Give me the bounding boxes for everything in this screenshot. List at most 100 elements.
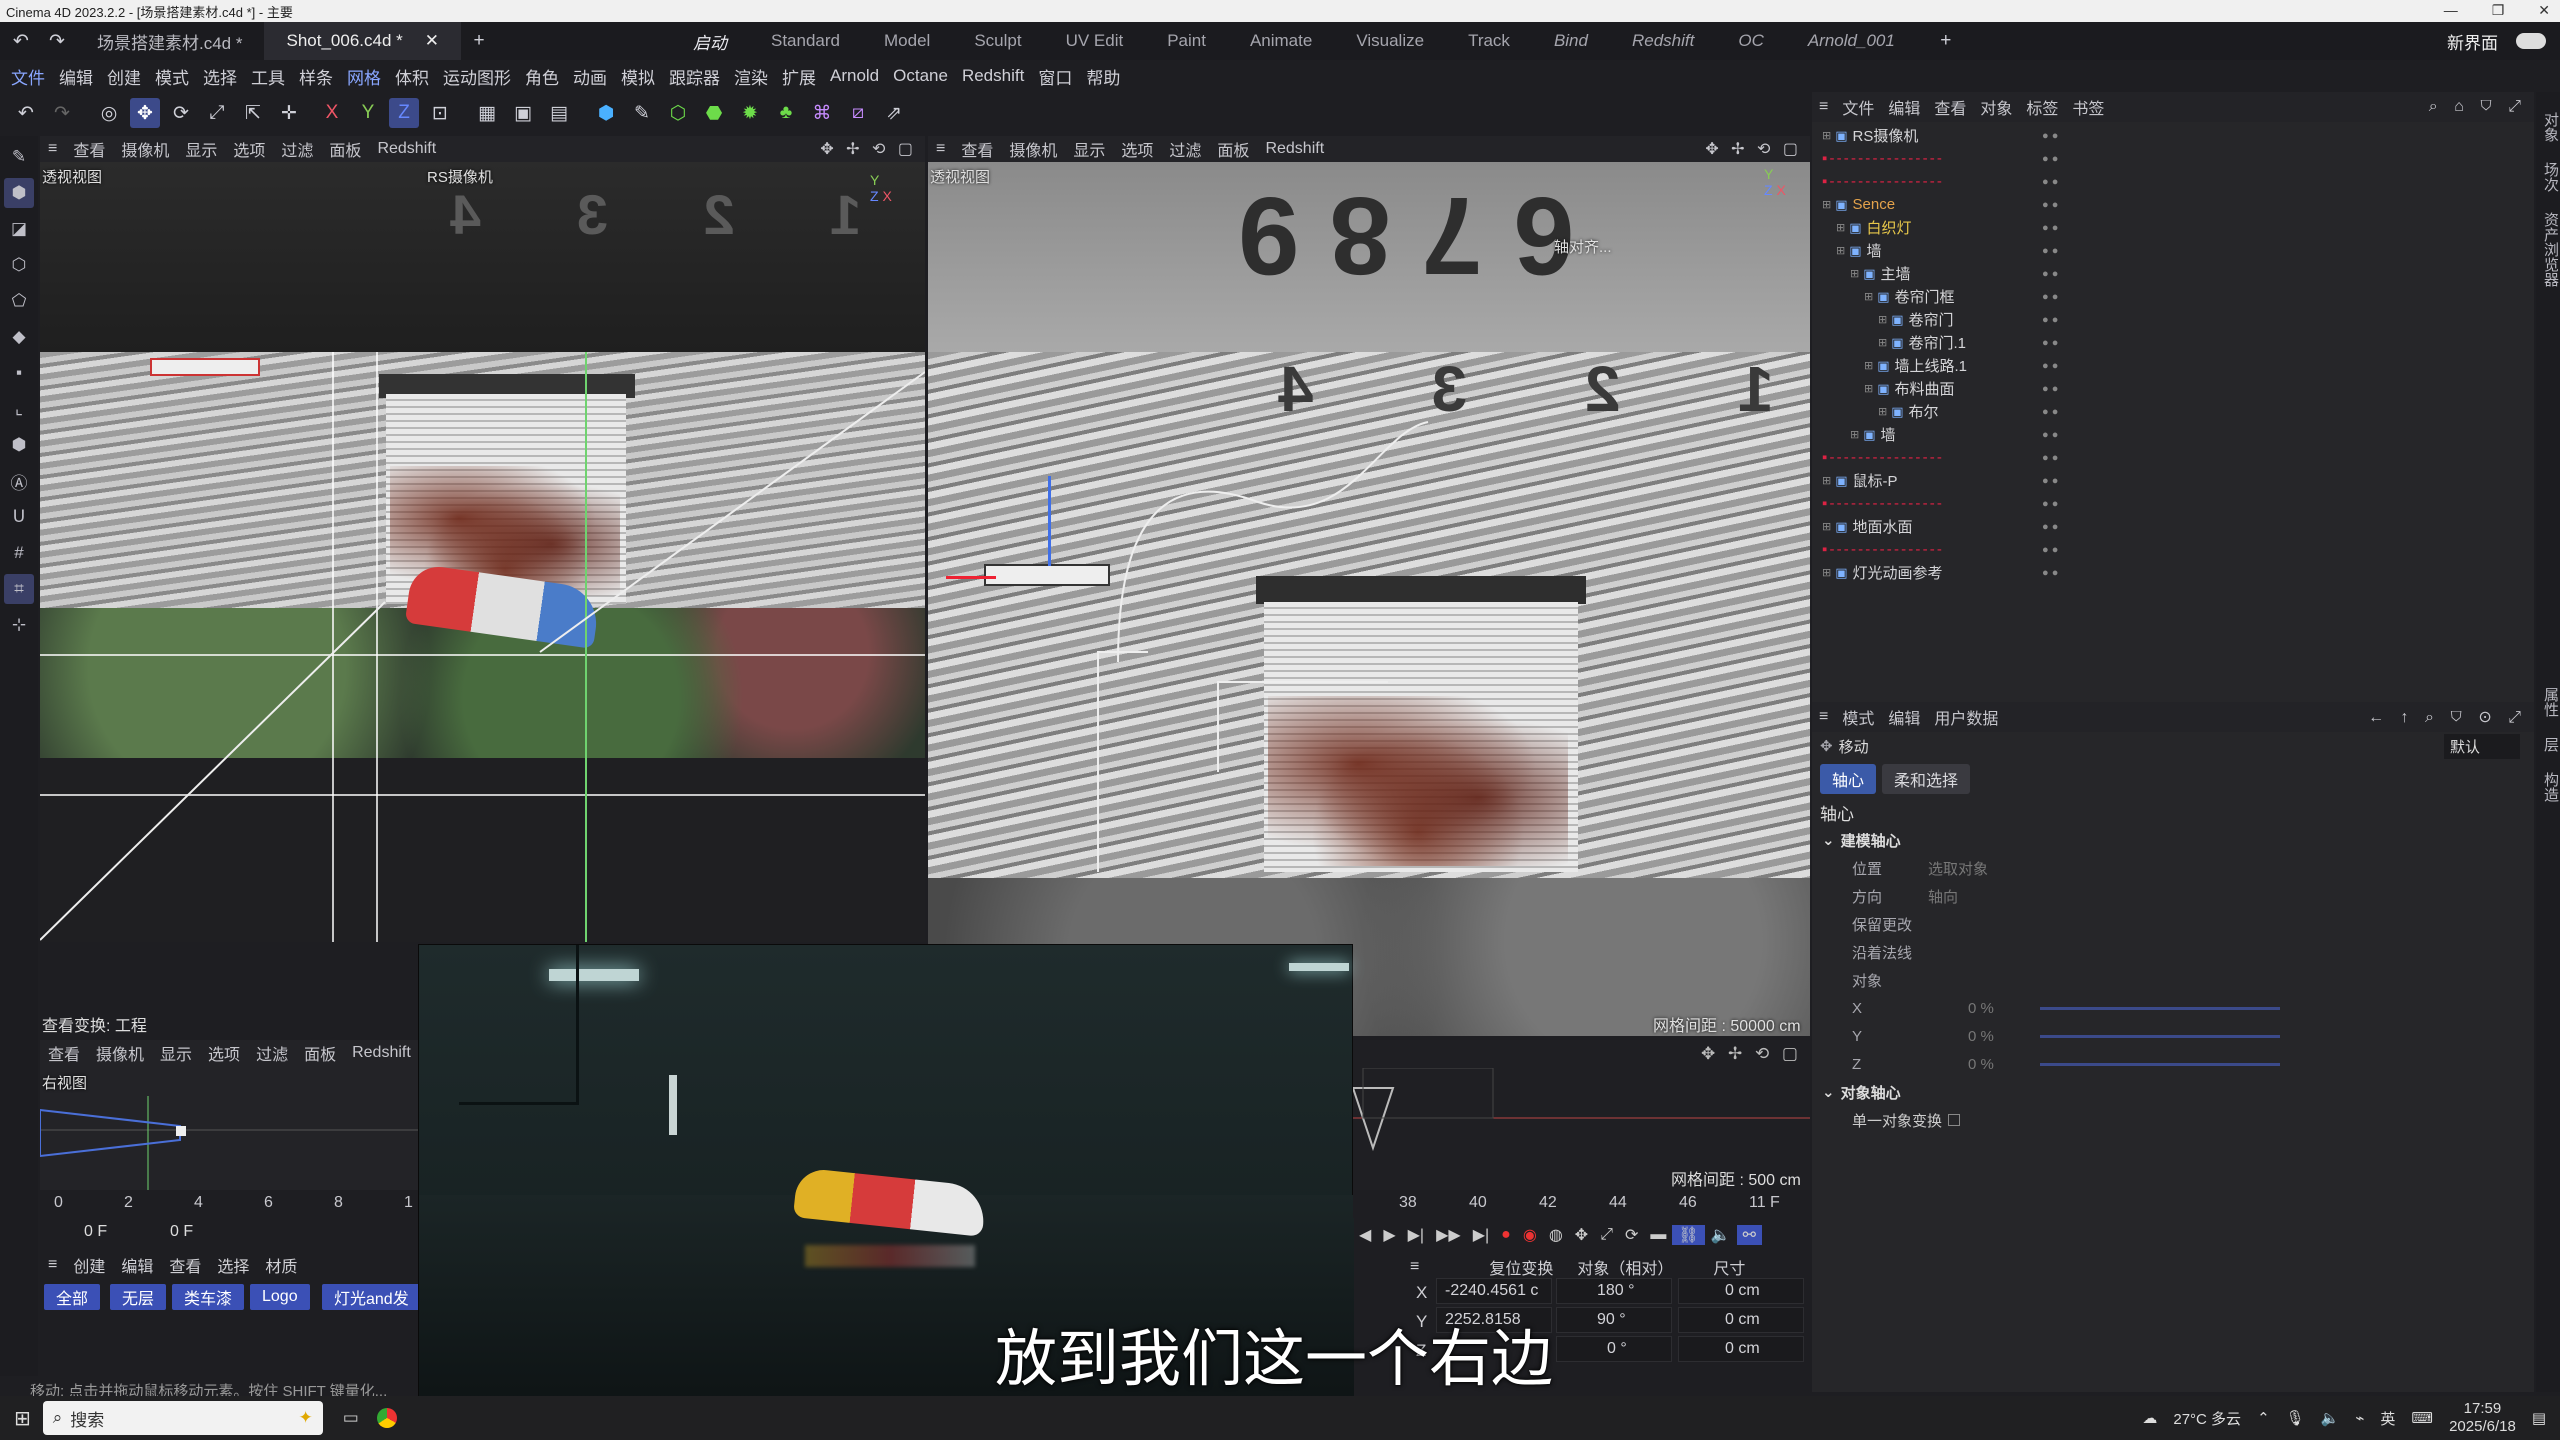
visibility-dots-icon[interactable]: ● ● (2042, 429, 2058, 441)
side-tab-structure[interactable]: 构造 (2540, 772, 2560, 802)
visibility-dots-icon[interactable]: ● ● (2042, 245, 2058, 257)
preset-dropdown[interactable]: 默认 (2443, 733, 2520, 759)
record-icon[interactable]: ● (1495, 1226, 1517, 1244)
timeline-ruler-right[interactable]: 38 40 42 44 46 11 F (1353, 1192, 1810, 1218)
chrome-icon[interactable] (376, 1408, 397, 1428)
param-key-icon[interactable]: ▬ (1644, 1226, 1672, 1244)
vp-menu-display[interactable]: 显示 (177, 137, 225, 161)
object-axis-icon[interactable]: ▪ (4, 358, 34, 388)
attr-field-row[interactable]: 位置 选取对象 (1812, 854, 2534, 882)
cube-icon[interactable]: ⬢ (591, 98, 621, 128)
next-key-icon[interactable]: ▶▶ (1430, 1225, 1467, 1245)
menu-create[interactable]: 创建 (100, 64, 148, 89)
quantize-icon[interactable]: ⊹ (4, 610, 34, 640)
coord-mode-dropdown[interactable]: 对象（相对） (1577, 1255, 1673, 1279)
z-axis-lock-icon[interactable]: Z (389, 98, 419, 128)
layout-tab-visualize[interactable]: Visualize (1334, 22, 1446, 60)
close-tab-icon[interactable]: ✕ (425, 31, 439, 51)
layout-tab-track[interactable]: Track (1446, 22, 1532, 60)
expand-icon[interactable]: ⊞ (1850, 428, 1859, 441)
expand-icon[interactable]: ⊞ (1878, 336, 1887, 349)
viewport-top-right[interactable]: ≡ 查看 摄像机 显示 选项 过滤 面板 Redshift ✥ ✢ ⟲ ▢ 6 … (928, 136, 1810, 1036)
layout-tab-paint[interactable]: Paint (1145, 22, 1228, 60)
visibility-dots-icon[interactable]: ● ● (2042, 475, 2058, 487)
om-menu-tags[interactable]: 标签 (2019, 95, 2065, 119)
attr-field-row[interactable]: 沿着法线 (1812, 938, 2534, 966)
workplane-icon[interactable]: ⬢ (4, 430, 34, 460)
position-key-icon[interactable]: ✥ (1569, 1225, 1594, 1245)
visibility-dots-icon[interactable]: ● ● (2042, 567, 2058, 579)
hamburger-icon[interactable]: ≡ (40, 1256, 65, 1274)
add-tab-icon[interactable]: + (464, 26, 494, 56)
visibility-dots-icon[interactable]: ● ● (2042, 452, 2058, 464)
visibility-dots-icon[interactable]: ● ● (2042, 268, 2058, 280)
hamburger-icon[interactable]: ≡ (1812, 708, 1835, 726)
layout-tab-bind[interactable]: Bind (1532, 22, 1610, 60)
coordinate-system-icon[interactable]: ⊡ (425, 98, 455, 128)
attr-field-value[interactable]: 轴向 (1928, 886, 1958, 907)
render-picture-viewer-icon[interactable]: ▣ (508, 98, 538, 128)
visibility-dots-icon[interactable]: ● ● (2042, 544, 2058, 556)
x-axis-lock-icon[interactable]: X (317, 98, 347, 128)
notification-icon[interactable]: ▤ (2532, 1409, 2546, 1427)
redo-icon[interactable]: ↷ (47, 98, 77, 128)
expand-icon[interactable]: ⊞ (1864, 290, 1873, 303)
menu-select[interactable]: 选择 (196, 64, 244, 89)
attr-percent-row[interactable]: Z 0 % (1812, 1050, 2534, 1078)
object-tree-row[interactable]: ⊞ ▣ 卷帘门.1 ● ● (1812, 331, 2534, 354)
keyframe-selection-icon[interactable]: ◍ (1543, 1225, 1569, 1245)
object-tree-row[interactable]: ⊞ ▣ 布料曲面 ● ● (1812, 377, 2534, 400)
snap-icon[interactable]: ⌞ (4, 394, 34, 424)
group-model-axis[interactable]: ⌄ 建模轴心 (1812, 826, 2534, 854)
visibility-dots-icon[interactable]: ● ● (2042, 199, 2058, 211)
rotation-y-field[interactable]: 90 ° (1556, 1307, 1672, 1333)
mat-menu-edit[interactable]: 编辑 (113, 1253, 161, 1277)
timeline-mode-icon[interactable]: ⚯ (1736, 1225, 1763, 1245)
vp-menu-options[interactable]: 选项 (1113, 137, 1161, 161)
object-tree-row[interactable]: ⊞ ▣ RS摄像机 ● ● (1812, 124, 2534, 147)
vp-menu-redshift[interactable]: Redshift (1257, 140, 1332, 158)
expand-icon[interactable]: ⊞ (1822, 474, 1831, 487)
attr-percent-value[interactable]: 0 % (1968, 1056, 2028, 1073)
menu-render[interactable]: 渲染 (727, 64, 775, 89)
expand-icon[interactable]: ⊞ (1850, 267, 1859, 280)
side-tab-objects[interactable]: 对象 (2540, 112, 2560, 142)
menu-file[interactable]: 文件 (4, 64, 52, 89)
menu-volume[interactable]: 体积 (388, 64, 436, 89)
frame-field-current[interactable]: 0 F (84, 1223, 107, 1241)
tag-icon[interactable]: ⧄ (843, 98, 873, 128)
vp-menu-options[interactable]: 选项 (225, 137, 273, 161)
minimize-icon[interactable]: — (2444, 2, 2458, 19)
layer-filter-all[interactable]: 全部 (44, 1284, 101, 1310)
add-layout-icon[interactable]: + (1931, 26, 1961, 56)
vp-menu-display[interactable]: 显示 (152, 1041, 200, 1065)
menu-tracker[interactable]: 跟踪器 (662, 64, 727, 89)
object-tree-row[interactable]: ⊞ ▣ 卷帘门框 ● ● (1812, 285, 2534, 308)
menu-tools[interactable]: 工具 (244, 64, 292, 89)
frame-field-end[interactable]: 11 F (1749, 1194, 1780, 1212)
mic-icon[interactable]: 🎙 (2286, 1409, 2305, 1427)
keyboard-icon[interactable]: ⌨ (2411, 1409, 2433, 1427)
visibility-dots-icon[interactable]: ● ● (2042, 406, 2058, 418)
play-icon[interactable]: ▶ (1377, 1225, 1401, 1245)
scale-tool-icon[interactable]: ⤢ (202, 98, 232, 128)
doc-tab-2[interactable]: Shot_006.c4d * ✕ (264, 22, 461, 60)
goto-end-icon[interactable]: ▶| (1467, 1225, 1495, 1245)
rotation-x-field[interactable]: 180 ° (1556, 1278, 1672, 1304)
checkbox[interactable] (1948, 1114, 1961, 1126)
transform-tool-icon[interactable]: ⇱ (238, 98, 268, 128)
object-tree-row[interactable]: ⊞ ▣ 主墙 ● ● (1812, 262, 2534, 285)
edge-mode-icon[interactable]: ⬠ (4, 286, 34, 316)
taskbar-search[interactable]: ⌕ 搜索 ✦ (42, 1401, 323, 1435)
attr-percent-slider[interactable] (2040, 1062, 2280, 1066)
om-search-icons[interactable]: ⌕ ⌂ ⛉ ⤢ (2422, 98, 2534, 116)
layer-filter-lights[interactable]: 灯光and发 (322, 1284, 421, 1310)
object-tree-row[interactable]: ⊞ ▣ 墙上线路.1 ● ● (1812, 354, 2534, 377)
menu-spline[interactable]: 样条 (292, 64, 340, 89)
scale-key-icon[interactable]: ⤢ (1594, 1226, 1619, 1244)
menu-character[interactable]: 角色 (518, 64, 566, 89)
vp-menu-redshift[interactable]: Redshift (369, 140, 444, 158)
viewport-menu-icon[interactable]: ≡ (928, 140, 953, 158)
om-menu-view[interactable]: 查看 (1927, 95, 1973, 119)
expand-icon[interactable]: ⊞ (1878, 405, 1887, 418)
